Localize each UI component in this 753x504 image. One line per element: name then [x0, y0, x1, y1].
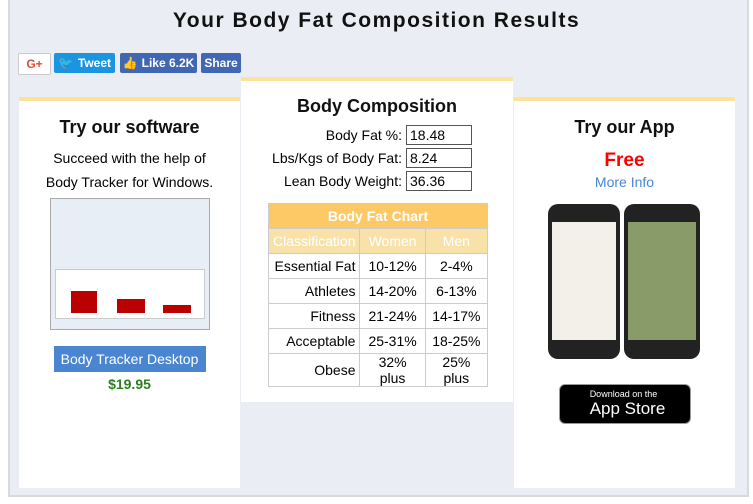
- body-fat-chart-table: Body Fat Chart Classification Women Men Es…: [267, 203, 489, 387]
- cell: 2-4%: [424, 253, 489, 279]
- cell: 14-17%: [424, 303, 489, 329]
- page-title: Your Body Fat Composition Results: [172, 9, 581, 32]
- table-row: Acceptable 25-31% 18-25%: [267, 328, 489, 354]
- software-price: $19.95: [108, 376, 151, 392]
- body-fat-percent-input[interactable]: [406, 125, 472, 145]
- table-row: Obese 32% plus 25% plus: [267, 353, 489, 387]
- table-row: Athletes 14-20% 6-13%: [267, 278, 489, 304]
- cell: Athletes: [267, 278, 361, 304]
- header-men: Men: [424, 228, 489, 254]
- app-heading: Try our App: [574, 117, 675, 137]
- body-fat-mass-label: Lbs/Kgs of Body Fat:: [272, 150, 402, 166]
- software-heading: Try our software: [59, 117, 200, 137]
- app-store-badge[interactable]: Download on the App Store: [558, 384, 691, 424]
- software-description: Succeed with the help of Body Tracker fo…: [45, 150, 214, 190]
- cell: 18-25%: [424, 328, 489, 354]
- tweet-button[interactable]: 🐦 Tweet: [54, 53, 115, 73]
- like-button[interactable]: 👍 Like 6.2K: [120, 53, 197, 73]
- cell: 14-20%: [359, 278, 426, 304]
- body-fat-percent-label: Body Fat %:: [325, 127, 402, 143]
- chart-title: Body Fat Chart: [268, 203, 488, 229]
- body-composition-heading: Body Composition: [297, 96, 457, 116]
- cell: 6-13%: [424, 278, 489, 304]
- store-small-text: Download on the: [589, 389, 658, 399]
- software-card: Try our software Succeed with the help o…: [19, 97, 240, 488]
- google-plus-button[interactable]: G+: [18, 53, 51, 75]
- cell: 25-31%: [359, 328, 426, 354]
- store-big-text: App Store: [589, 399, 666, 418]
- body-fat-mass-row: Lbs/Kgs of Body Fat:: [241, 148, 472, 168]
- app-card: Try our App Free More Info Download on t…: [514, 97, 735, 488]
- header-classification: Classification: [267, 228, 361, 254]
- cell: Acceptable: [267, 328, 361, 354]
- body-composition-card: Body Composition Body Fat %: Lbs/Kgs of …: [241, 77, 513, 402]
- lean-weight-label: Lean Body Weight:: [283, 173, 402, 189]
- software-screenshot[interactable]: [49, 198, 210, 330]
- cell: Fitness: [267, 303, 361, 329]
- body-tracker-desktop-button[interactable]: Body Tracker Desktop: [53, 346, 206, 372]
- twitter-icon: 🐦: [57, 56, 73, 70]
- like-label: Like 6.2K: [141, 56, 195, 70]
- lean-weight-row: Lean Body Weight:: [241, 171, 472, 191]
- app-price: Free: [604, 150, 645, 171]
- cell: Obese: [267, 353, 361, 387]
- share-button[interactable]: Share: [201, 53, 241, 73]
- cell: 21-24%: [359, 303, 426, 329]
- cell: 25% plus: [424, 353, 489, 387]
- lean-weight-input[interactable]: [406, 171, 472, 191]
- cell: Essential Fat: [267, 253, 361, 279]
- table-row: Essential Fat 10-12% 2-4%: [267, 253, 489, 279]
- body-fat-percent-row: Body Fat %:: [241, 125, 472, 145]
- body-fat-mass-input[interactable]: [406, 148, 472, 168]
- header-women: Women: [359, 228, 426, 254]
- cell: 32% plus: [359, 353, 426, 387]
- thumbs-up-icon: 👍: [122, 56, 138, 70]
- more-info-link[interactable]: More Info: [514, 174, 735, 190]
- app-phones-image[interactable]: [514, 204, 735, 364]
- cell: 10-12%: [359, 253, 426, 279]
- table-row: Fitness 21-24% 14-17%: [267, 303, 489, 329]
- tweet-label: Tweet: [77, 56, 112, 70]
